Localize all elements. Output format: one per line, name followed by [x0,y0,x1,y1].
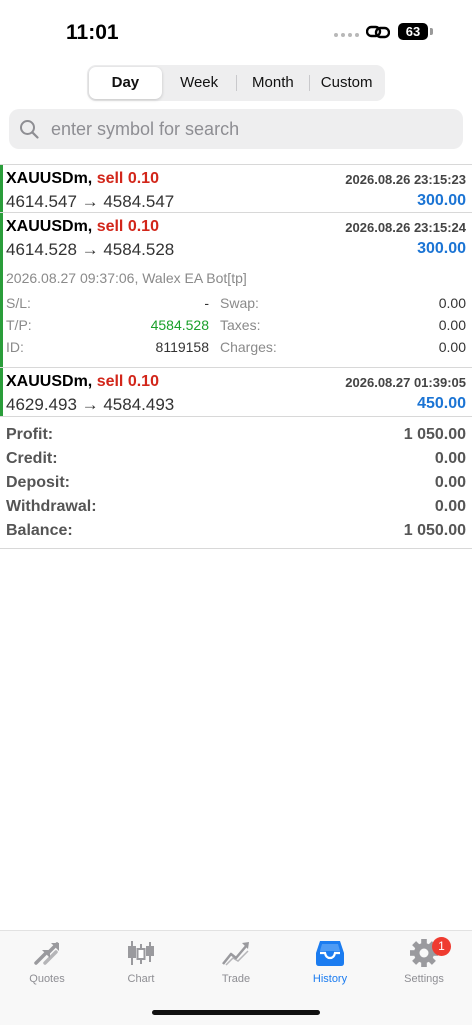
tab-month[interactable]: Month [237,67,310,99]
sl-value: - [204,295,209,311]
deal-row-expanded[interactable]: XAUUSDm, sell 0.10 2026.08.26 23:15:24 4… [0,213,472,368]
tab-label: Chart [127,973,155,985]
summary-row-withdrawal: Withdrawal: 0.00 [6,495,466,519]
deal-title: XAUUSDm, sell 0.10 [6,373,159,391]
deal-prices: 4629.493 → 4584.493 [6,395,175,414]
tab-week[interactable]: Week [163,67,236,99]
status-bar: 11:01 63 [0,0,472,60]
deal-side-bar [0,368,3,416]
summary-label: Balance: [6,522,73,539]
summary-label: Withdrawal: [6,498,97,515]
deal-profit: 300.00 [417,192,466,209]
summary-value: 0.00 [434,450,466,467]
battery-level: 63 [405,24,421,39]
swap-value: 0.00 [438,295,466,311]
deal-title: XAUUSDm, sell 0.10 [6,170,159,188]
summary-value: 1 050.00 [403,522,466,539]
summary-row-profit: Profit: 1 050.00 [6,423,466,447]
summary-row-balance: Balance: 1 050.00 [6,519,466,543]
candlestick-chart-icon [128,941,154,965]
battery-icon: 63 [398,23,428,40]
settings-badge: 1 [432,937,451,956]
taxes-value: 0.00 [438,317,466,333]
deal-type: sell 0.10 [96,373,159,390]
deal-comment: 2026.08.27 09:37:06, Walex EA Bot[tp] [6,270,247,286]
trend-line-icon [222,942,249,966]
summary-value: 0.00 [434,498,466,515]
tp-value: 4584.528 [150,317,209,333]
tab-day[interactable]: Day [89,67,162,99]
summary-value: 1 050.00 [403,426,466,443]
deal-side-bar [0,165,3,212]
summary-value: 0.00 [434,474,466,491]
link-icon [366,25,390,39]
deal-datetime: 2026.08.26 23:15:23 [345,172,466,187]
summary-row-credit: Credit: 0.00 [6,447,466,471]
inbox-tray-icon [316,941,344,966]
swap-label: Swap: [220,295,259,311]
summary-row-deposit: Deposit: 0.00 [6,471,466,495]
deal-type: sell 0.10 [96,170,159,187]
summary-label: Deposit: [6,474,70,491]
deal-prices: 4614.528 → 4584.528 [6,240,175,259]
status-time: 11:01 [66,21,119,44]
search-input[interactable] [51,109,451,149]
tab-chart[interactable]: Chart [94,939,188,999]
deal-profit: 450.00 [417,395,466,412]
tab-label: Settings [404,973,444,985]
deal-datetime: 2026.08.26 23:15:24 [345,220,466,235]
tab-settings[interactable]: 1 Settings [377,937,471,999]
sl-label: S/L: [6,295,31,311]
home-indicator [152,1010,320,1015]
tab-label: Trade [221,973,251,985]
summary-label: Credit: [6,450,58,467]
account-summary: Profit: 1 050.00 Credit: 0.00 Deposit: 0… [0,423,472,549]
tab-custom[interactable]: Custom [310,67,383,99]
cellular-signal-icon [334,33,359,37]
deal-type: sell 0.10 [96,218,159,235]
deal-symbol: XAUUSDm, [6,218,93,235]
taxes-label: Taxes: [220,317,261,333]
tab-quotes[interactable]: Quotes [0,939,94,999]
period-segmented-control: Day Week Month Custom [87,65,385,101]
charges-value: 0.00 [438,339,466,355]
summary-label: Profit: [6,426,54,443]
deal-row[interactable]: XAUUSDm, sell 0.10 2026.08.26 23:15:23 4… [0,165,472,213]
deal-symbol: XAUUSDm, [6,170,93,187]
search-bar [9,109,463,149]
tab-history[interactable]: History [283,939,377,999]
deal-profit: 300.00 [417,240,466,257]
quotes-arrows-icon [34,942,59,965]
deal-side-bar [0,213,3,367]
tab-label: History [312,973,348,985]
tab-label: Quotes [29,973,65,985]
deal-row[interactable]: XAUUSDm, sell 0.10 2026.08.27 01:39:05 4… [0,368,472,417]
deal-symbol: XAUUSDm, [6,373,93,390]
id-value: 8119158 [155,339,209,355]
search-icon [20,120,39,139]
deal-prices: 4614.547 → 4584.547 [6,192,175,211]
id-label: ID: [6,339,24,355]
charges-label: Charges: [220,339,277,355]
battery-tip [430,28,433,35]
deal-datetime: 2026.08.27 01:39:05 [345,375,466,390]
tab-trade[interactable]: Trade [189,939,283,999]
tp-label: T/P: [6,317,32,333]
deal-title: XAUUSDm, sell 0.10 [6,218,159,236]
